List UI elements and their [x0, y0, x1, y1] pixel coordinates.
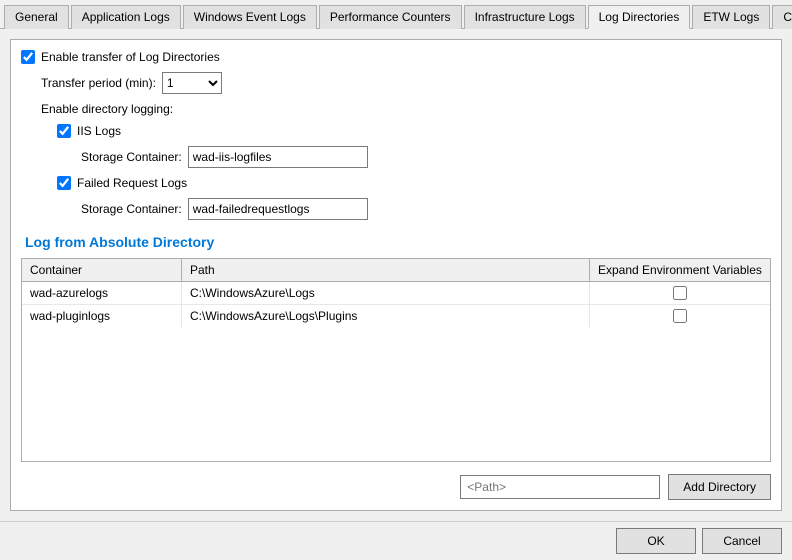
tab-bar: General Application Logs Windows Event L… — [0, 0, 792, 29]
iis-logs-row: IIS Logs — [21, 124, 771, 138]
main-panel: Enable transfer of Log Directories Trans… — [10, 39, 782, 511]
tab-perf-counters[interactable]: Performance Counters — [319, 5, 462, 29]
content-area: Enable transfer of Log Directories Trans… — [0, 29, 792, 521]
iis-logs-label: IIS Logs — [77, 124, 121, 138]
transfer-period-select[interactable]: 1 5 10 30 — [162, 72, 222, 94]
cell-path-1: C:\WindowsAzure\Logs\Plugins — [182, 305, 590, 327]
table-row: wad-azurelogs C:\WindowsAzure\Logs — [22, 282, 770, 305]
tab-crash-dumps[interactable]: Crash Dumps — [772, 5, 792, 29]
cell-container-1: wad-pluginlogs — [22, 305, 182, 327]
expand-checkbox-1[interactable] — [673, 309, 687, 323]
failed-req-checkbox[interactable] — [57, 176, 71, 190]
transfer-period-label: Transfer period (min): — [41, 76, 156, 90]
add-directory-button[interactable]: Add Directory — [668, 474, 771, 500]
tab-etw-logs[interactable]: ETW Logs — [692, 5, 770, 29]
col-container: Container — [22, 259, 182, 281]
enable-dir-logging-label: Enable directory logging: — [21, 102, 771, 116]
enable-transfer-label: Enable transfer of Log Directories — [41, 50, 220, 64]
enable-transfer-checkbox[interactable] — [21, 50, 35, 64]
tab-general[interactable]: General — [4, 5, 69, 29]
expand-checkbox-0[interactable] — [673, 286, 687, 300]
ok-button[interactable]: OK — [616, 528, 696, 554]
iis-logs-checkbox[interactable] — [57, 124, 71, 138]
iis-storage-row: Storage Container: — [21, 146, 771, 168]
table-row: wad-pluginlogs C:\WindowsAzure\Logs\Plug… — [22, 305, 770, 327]
cell-expand-0 — [590, 282, 770, 304]
tab-infra-logs[interactable]: Infrastructure Logs — [464, 5, 586, 29]
cell-expand-1 — [590, 305, 770, 327]
cell-container-0: wad-azurelogs — [22, 282, 182, 304]
tab-app-logs[interactable]: Application Logs — [71, 5, 181, 29]
iis-storage-label: Storage Container: — [81, 150, 182, 164]
main-window: General Application Logs Windows Event L… — [0, 0, 792, 560]
iis-storage-input[interactable] — [188, 146, 368, 168]
path-input[interactable] — [460, 475, 660, 499]
failed-req-storage-input[interactable] — [188, 198, 368, 220]
failed-req-storage-label: Storage Container: — [81, 202, 182, 216]
failed-req-storage-row: Storage Container: — [21, 198, 771, 220]
col-path: Path — [182, 259, 590, 281]
add-dir-section: Add Directory — [21, 470, 771, 500]
dir-table: Container Path Expand Environment Variab… — [21, 258, 771, 462]
transfer-period-row: Transfer period (min): 1 5 10 30 — [21, 72, 771, 94]
table-header: Container Path Expand Environment Variab… — [22, 259, 770, 282]
footer: OK Cancel — [0, 521, 792, 560]
failed-req-label: Failed Request Logs — [77, 176, 187, 190]
cell-path-0: C:\WindowsAzure\Logs — [182, 282, 590, 304]
tab-win-event-logs[interactable]: Windows Event Logs — [183, 5, 317, 29]
tab-log-dirs[interactable]: Log Directories — [588, 5, 691, 29]
cancel-button[interactable]: Cancel — [702, 528, 782, 554]
section-title: Log from Absolute Directory — [21, 234, 771, 250]
col-expand: Expand Environment Variables — [590, 259, 770, 281]
enable-transfer-row: Enable transfer of Log Directories — [21, 50, 771, 64]
failed-req-row: Failed Request Logs — [21, 176, 771, 190]
